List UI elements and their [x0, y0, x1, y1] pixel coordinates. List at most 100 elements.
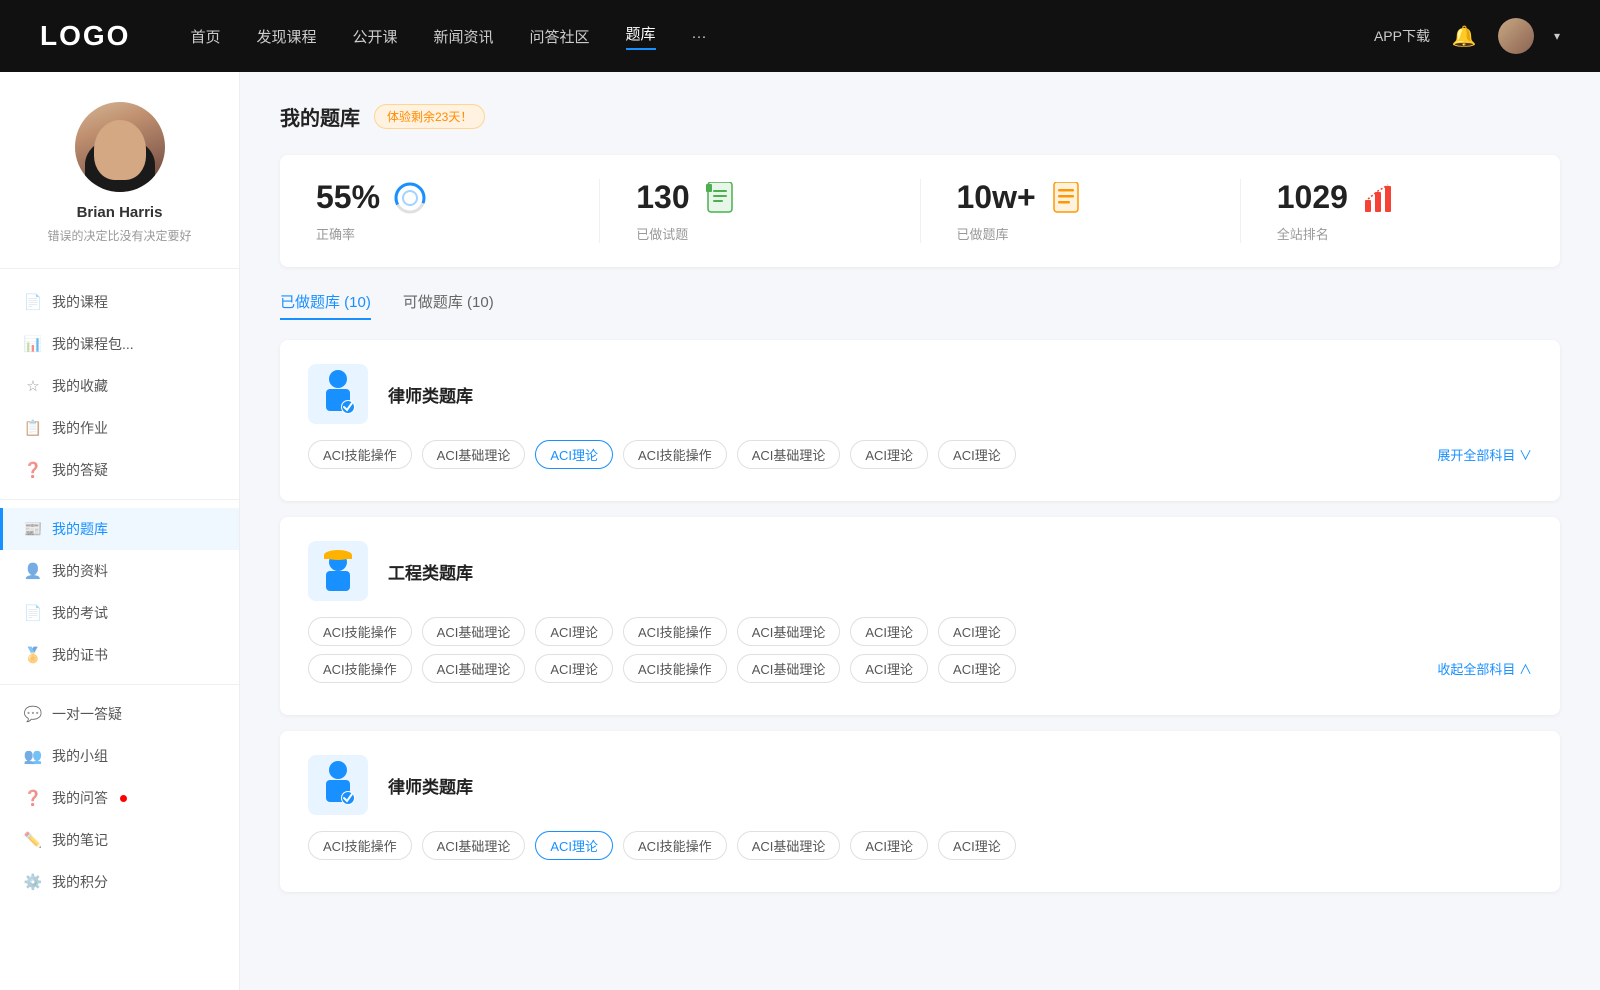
tag-3-0-3[interactable]: ACI技能操作	[623, 831, 727, 860]
sidebar-item-myexam[interactable]: 📄 我的考试	[0, 592, 239, 634]
tag-2-1-6[interactable]: ACI理论	[938, 654, 1016, 683]
nav-discover[interactable]: 发现课程	[256, 26, 316, 47]
qbank-card-engineer: 工程类题库 ACI技能操作 ACI基础理论 ACI理论 ACI技能操作 ACI基…	[280, 517, 1560, 715]
profile-avatar	[75, 102, 165, 192]
tag-2-0-5[interactable]: ACI理论	[850, 617, 928, 646]
tag-2-1-5[interactable]: ACI理论	[850, 654, 928, 683]
onetoone-label: 一对一答疑	[52, 704, 122, 724]
tag-2-0-2[interactable]: ACI理论	[535, 617, 613, 646]
tag-1-0-6[interactable]: ACI理论	[938, 440, 1016, 469]
nav-qbank[interactable]: 题库	[626, 23, 656, 50]
stat-label-1: 正确率	[316, 224, 355, 243]
navbar-right: APP下载 🔔 ▾	[1374, 18, 1560, 54]
tag-1-0-1[interactable]: ACI基础理论	[422, 440, 526, 469]
doc-orange-icon	[1048, 180, 1084, 216]
sidebar-item-myqa[interactable]: ❓ 我的答疑	[0, 449, 239, 491]
myqbank-label: 我的题库	[52, 519, 108, 539]
profile-name: Brian Harris	[77, 204, 163, 221]
tag-1-0-4[interactable]: ACI基础理论	[737, 440, 841, 469]
myhomework-label: 我的作业	[52, 418, 108, 438]
stat-done-banks: 10w+ 已做题库	[921, 179, 1241, 243]
sidebar-item-onetoone[interactable]: 💬 一对一答疑	[0, 693, 239, 735]
tag-2-1-2[interactable]: ACI理论	[535, 654, 613, 683]
mydata-icon: 👤	[24, 562, 42, 580]
myquestion-icon: ❓	[24, 789, 42, 807]
nav-opencourse[interactable]: 公开课	[352, 26, 397, 47]
tab-available[interactable]: 可做题库 (10)	[403, 291, 494, 320]
app-download[interactable]: APP下载	[1374, 26, 1430, 46]
mycoursepkg-label: 我的课程包...	[52, 334, 134, 354]
tag-3-0-6[interactable]: ACI理论	[938, 831, 1016, 860]
tab-done[interactable]: 已做题库 (10)	[280, 291, 371, 320]
sidebar-menu: 📄 我的课程 📊 我的课程包... ☆ 我的收藏 📋 我的作业 ❓ 我的答疑 �	[0, 269, 239, 915]
stat-label-2: 已做试题	[636, 224, 688, 243]
qbank-icon-lawyer-2	[308, 755, 368, 815]
sidebar-item-mycoursepkg[interactable]: 📊 我的课程包...	[0, 323, 239, 365]
tag-2-0-1[interactable]: ACI基础理论	[422, 617, 526, 646]
stat-top-3: 10w+	[957, 179, 1084, 216]
myquestion-label: 我的问答	[52, 788, 108, 808]
tag-3-0-2[interactable]: ACI理论	[535, 831, 613, 860]
sidebar-item-mycourse[interactable]: 📄 我的课程	[0, 281, 239, 323]
stat-ranking: 1029 全站排名	[1241, 179, 1560, 243]
nav-more[interactable]: ···	[692, 28, 707, 45]
sidebar-item-mypoints[interactable]: ⚙️ 我的积分	[0, 861, 239, 903]
notification-bell[interactable]: 🔔	[1450, 22, 1478, 50]
mycollect-label: 我的收藏	[52, 376, 108, 396]
sidebar-item-myquestion[interactable]: ❓ 我的问答	[0, 777, 239, 819]
sidebar-item-mycert[interactable]: 🏅 我的证书	[0, 634, 239, 676]
sidebar-item-mycollect[interactable]: ☆ 我的收藏	[0, 365, 239, 407]
stat-value-3: 10w+	[957, 179, 1036, 216]
menu-divider-1	[0, 499, 239, 500]
nav-qa[interactable]: 问答社区	[530, 26, 590, 47]
sidebar-item-myhomework[interactable]: 📋 我的作业	[0, 407, 239, 449]
tag-1-0-0[interactable]: ACI技能操作	[308, 440, 412, 469]
qbank-tags-row-2-1: ACI技能操作 ACI基础理论 ACI理论 ACI技能操作 ACI基础理论 AC…	[308, 654, 1532, 683]
collapse-link-2[interactable]: 收起全部科目 ∧	[1437, 659, 1532, 678]
mypoints-icon: ⚙️	[24, 873, 42, 891]
tag-2-0-6[interactable]: ACI理论	[938, 617, 1016, 646]
tag-3-0-1[interactable]: ACI基础理论	[422, 831, 526, 860]
tag-2-1-0[interactable]: ACI技能操作	[308, 654, 412, 683]
tag-1-0-5[interactable]: ACI理论	[850, 440, 928, 469]
nav-news[interactable]: 新闻资讯	[434, 26, 494, 47]
qbank-tags-3-0: ACI技能操作 ACI基础理论 ACI理论 ACI技能操作 ACI基础理论 AC…	[308, 831, 1016, 860]
page-header: 我的题库 体验剩余23天！	[280, 102, 1560, 131]
qbank-title-1: 律师类题库	[388, 382, 473, 407]
tag-2-0-0[interactable]: ACI技能操作	[308, 617, 412, 646]
qbank-header-2: 工程类题库	[308, 541, 1532, 601]
tag-2-1-3[interactable]: ACI技能操作	[623, 654, 727, 683]
tag-2-1-1[interactable]: ACI基础理论	[422, 654, 526, 683]
stat-top-4: 1029	[1277, 179, 1396, 216]
sidebar-item-mynotes[interactable]: ✏️ 我的笔记	[0, 819, 239, 861]
user-dropdown-arrow[interactable]: ▾	[1554, 29, 1560, 43]
mygroup-icon: 👥	[24, 747, 42, 765]
tag-3-0-4[interactable]: ACI基础理论	[737, 831, 841, 860]
tag-3-0-0[interactable]: ACI技能操作	[308, 831, 412, 860]
expand-link-1[interactable]: 展开全部科目 ∨	[1437, 445, 1532, 464]
mycourse-icon: 📄	[24, 293, 42, 311]
sidebar-item-mydata[interactable]: 👤 我的资料	[0, 550, 239, 592]
sidebar-item-mygroup[interactable]: 👥 我的小组	[0, 735, 239, 777]
tabs-bar: 已做题库 (10) 可做题库 (10)	[280, 291, 1560, 320]
mycert-icon: 🏅	[24, 646, 42, 664]
tag-1-0-2[interactable]: ACI理论	[535, 440, 613, 469]
sidebar-profile: Brian Harris 错误的决定比没有决定要好	[0, 102, 239, 269]
nav-home[interactable]: 首页	[190, 26, 220, 47]
qbank-tags-1-0: ACI技能操作 ACI基础理论 ACI理论 ACI技能操作 ACI基础理论 AC…	[308, 440, 1016, 469]
stat-value-4: 1029	[1277, 179, 1348, 216]
tag-2-1-4[interactable]: ACI基础理论	[737, 654, 841, 683]
tag-3-0-5[interactable]: ACI理论	[850, 831, 928, 860]
stat-top-1: 55%	[316, 179, 428, 216]
tag-2-0-4[interactable]: ACI基础理论	[737, 617, 841, 646]
user-avatar[interactable]	[1498, 18, 1534, 54]
tag-2-0-3[interactable]: ACI技能操作	[623, 617, 727, 646]
avatar-face	[94, 120, 146, 180]
onetoone-icon: 💬	[24, 705, 42, 723]
qbank-icon-engineer	[308, 541, 368, 601]
qbank-tags-2-0: ACI技能操作 ACI基础理论 ACI理论 ACI技能操作 ACI基础理论 AC…	[308, 617, 1016, 646]
qbank-tags-row-1-0: ACI技能操作 ACI基础理论 ACI理论 ACI技能操作 ACI基础理论 AC…	[308, 440, 1532, 469]
sidebar-item-myqbank[interactable]: 📰 我的题库	[0, 508, 239, 550]
mynotes-label: 我的笔记	[52, 830, 108, 850]
tag-1-0-3[interactable]: ACI技能操作	[623, 440, 727, 469]
